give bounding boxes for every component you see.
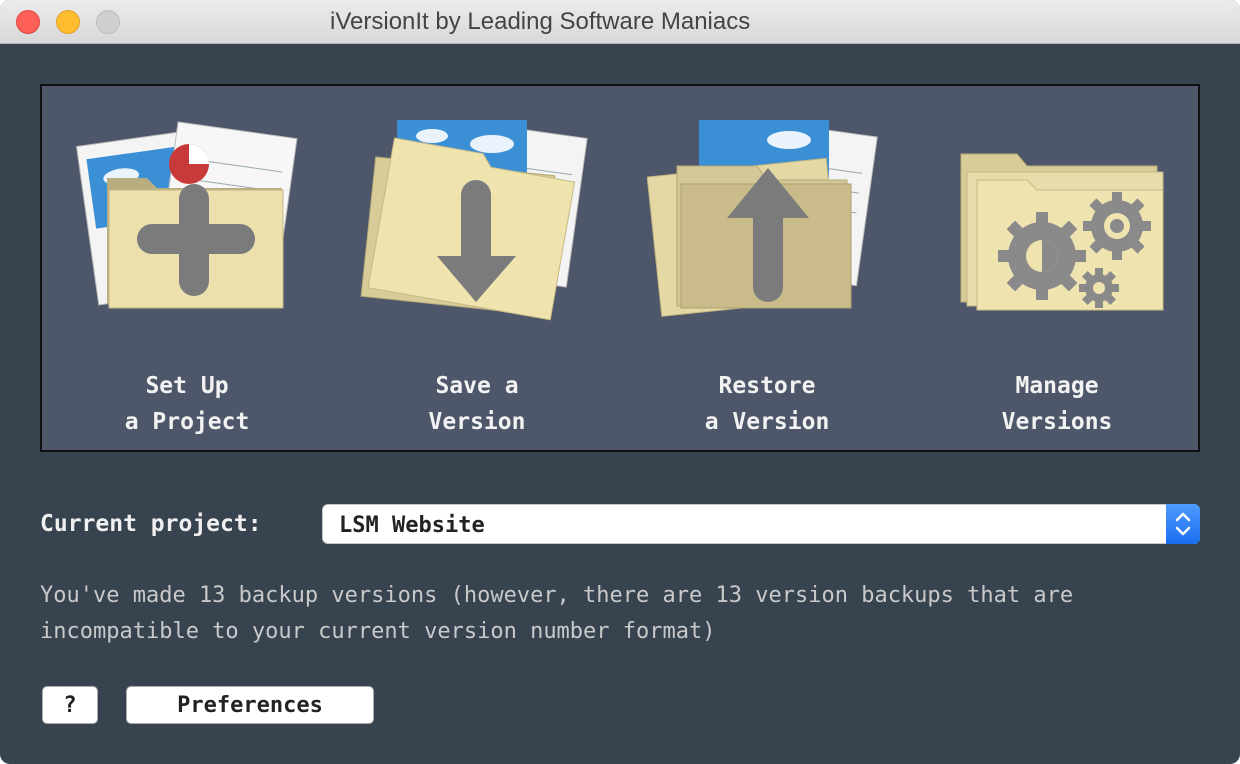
manage-versions-button[interactable]: Manage Versions xyxy=(912,86,1202,450)
folder-up-arrow-icon xyxy=(647,120,878,317)
folder-plus-icon xyxy=(75,121,298,309)
setup-project-label-line2: a Project xyxy=(124,409,250,435)
restore-version-label-line2: a Version xyxy=(704,409,830,435)
save-version-label-line1: Save a xyxy=(435,373,519,399)
setup-project-button[interactable]: Set Up a Project xyxy=(42,86,332,450)
restore-version-button[interactable]: Restore a Version xyxy=(622,86,912,450)
chevron-up-down-icon xyxy=(1175,512,1191,536)
current-project-value: LSM Website xyxy=(339,513,485,538)
help-button[interactable]: ? xyxy=(42,686,98,724)
manage-versions-label-line2: Versions xyxy=(1001,409,1113,435)
backup-info-line1: You've made 13 backup versions (however,… xyxy=(40,583,1074,608)
app-window: iVersionIt by Leading Software Maniacs S… xyxy=(0,0,1240,764)
folder-down-arrow-icon xyxy=(360,120,588,321)
preferences-button[interactable]: Preferences xyxy=(126,686,374,724)
restore-version-label-line1: Restore xyxy=(718,373,816,399)
save-version-label-line2: Version xyxy=(428,409,526,435)
backup-info-text: You've made 13 backup versions (however,… xyxy=(40,578,1200,650)
current-project-select[interactable]: LSM Website xyxy=(322,504,1200,544)
save-version-button[interactable]: Save a Version xyxy=(332,86,622,450)
actions-panel: Set Up a Project Save a Version Restore … xyxy=(40,84,1200,452)
folder-gears-icon xyxy=(960,153,1164,311)
window-title: iVersionIt by Leading Software Maniacs xyxy=(330,8,751,35)
title-bar[interactable]: iVersionIt by Leading Software Maniacs xyxy=(0,0,1240,44)
backup-info-line2: incompatible to your current version num… xyxy=(40,619,716,644)
manage-versions-label-line1: Manage xyxy=(1015,373,1099,399)
setup-project-label-line1: Set Up xyxy=(145,373,229,399)
current-project-label: Current project: xyxy=(40,511,262,537)
select-stepper[interactable] xyxy=(1166,504,1200,544)
